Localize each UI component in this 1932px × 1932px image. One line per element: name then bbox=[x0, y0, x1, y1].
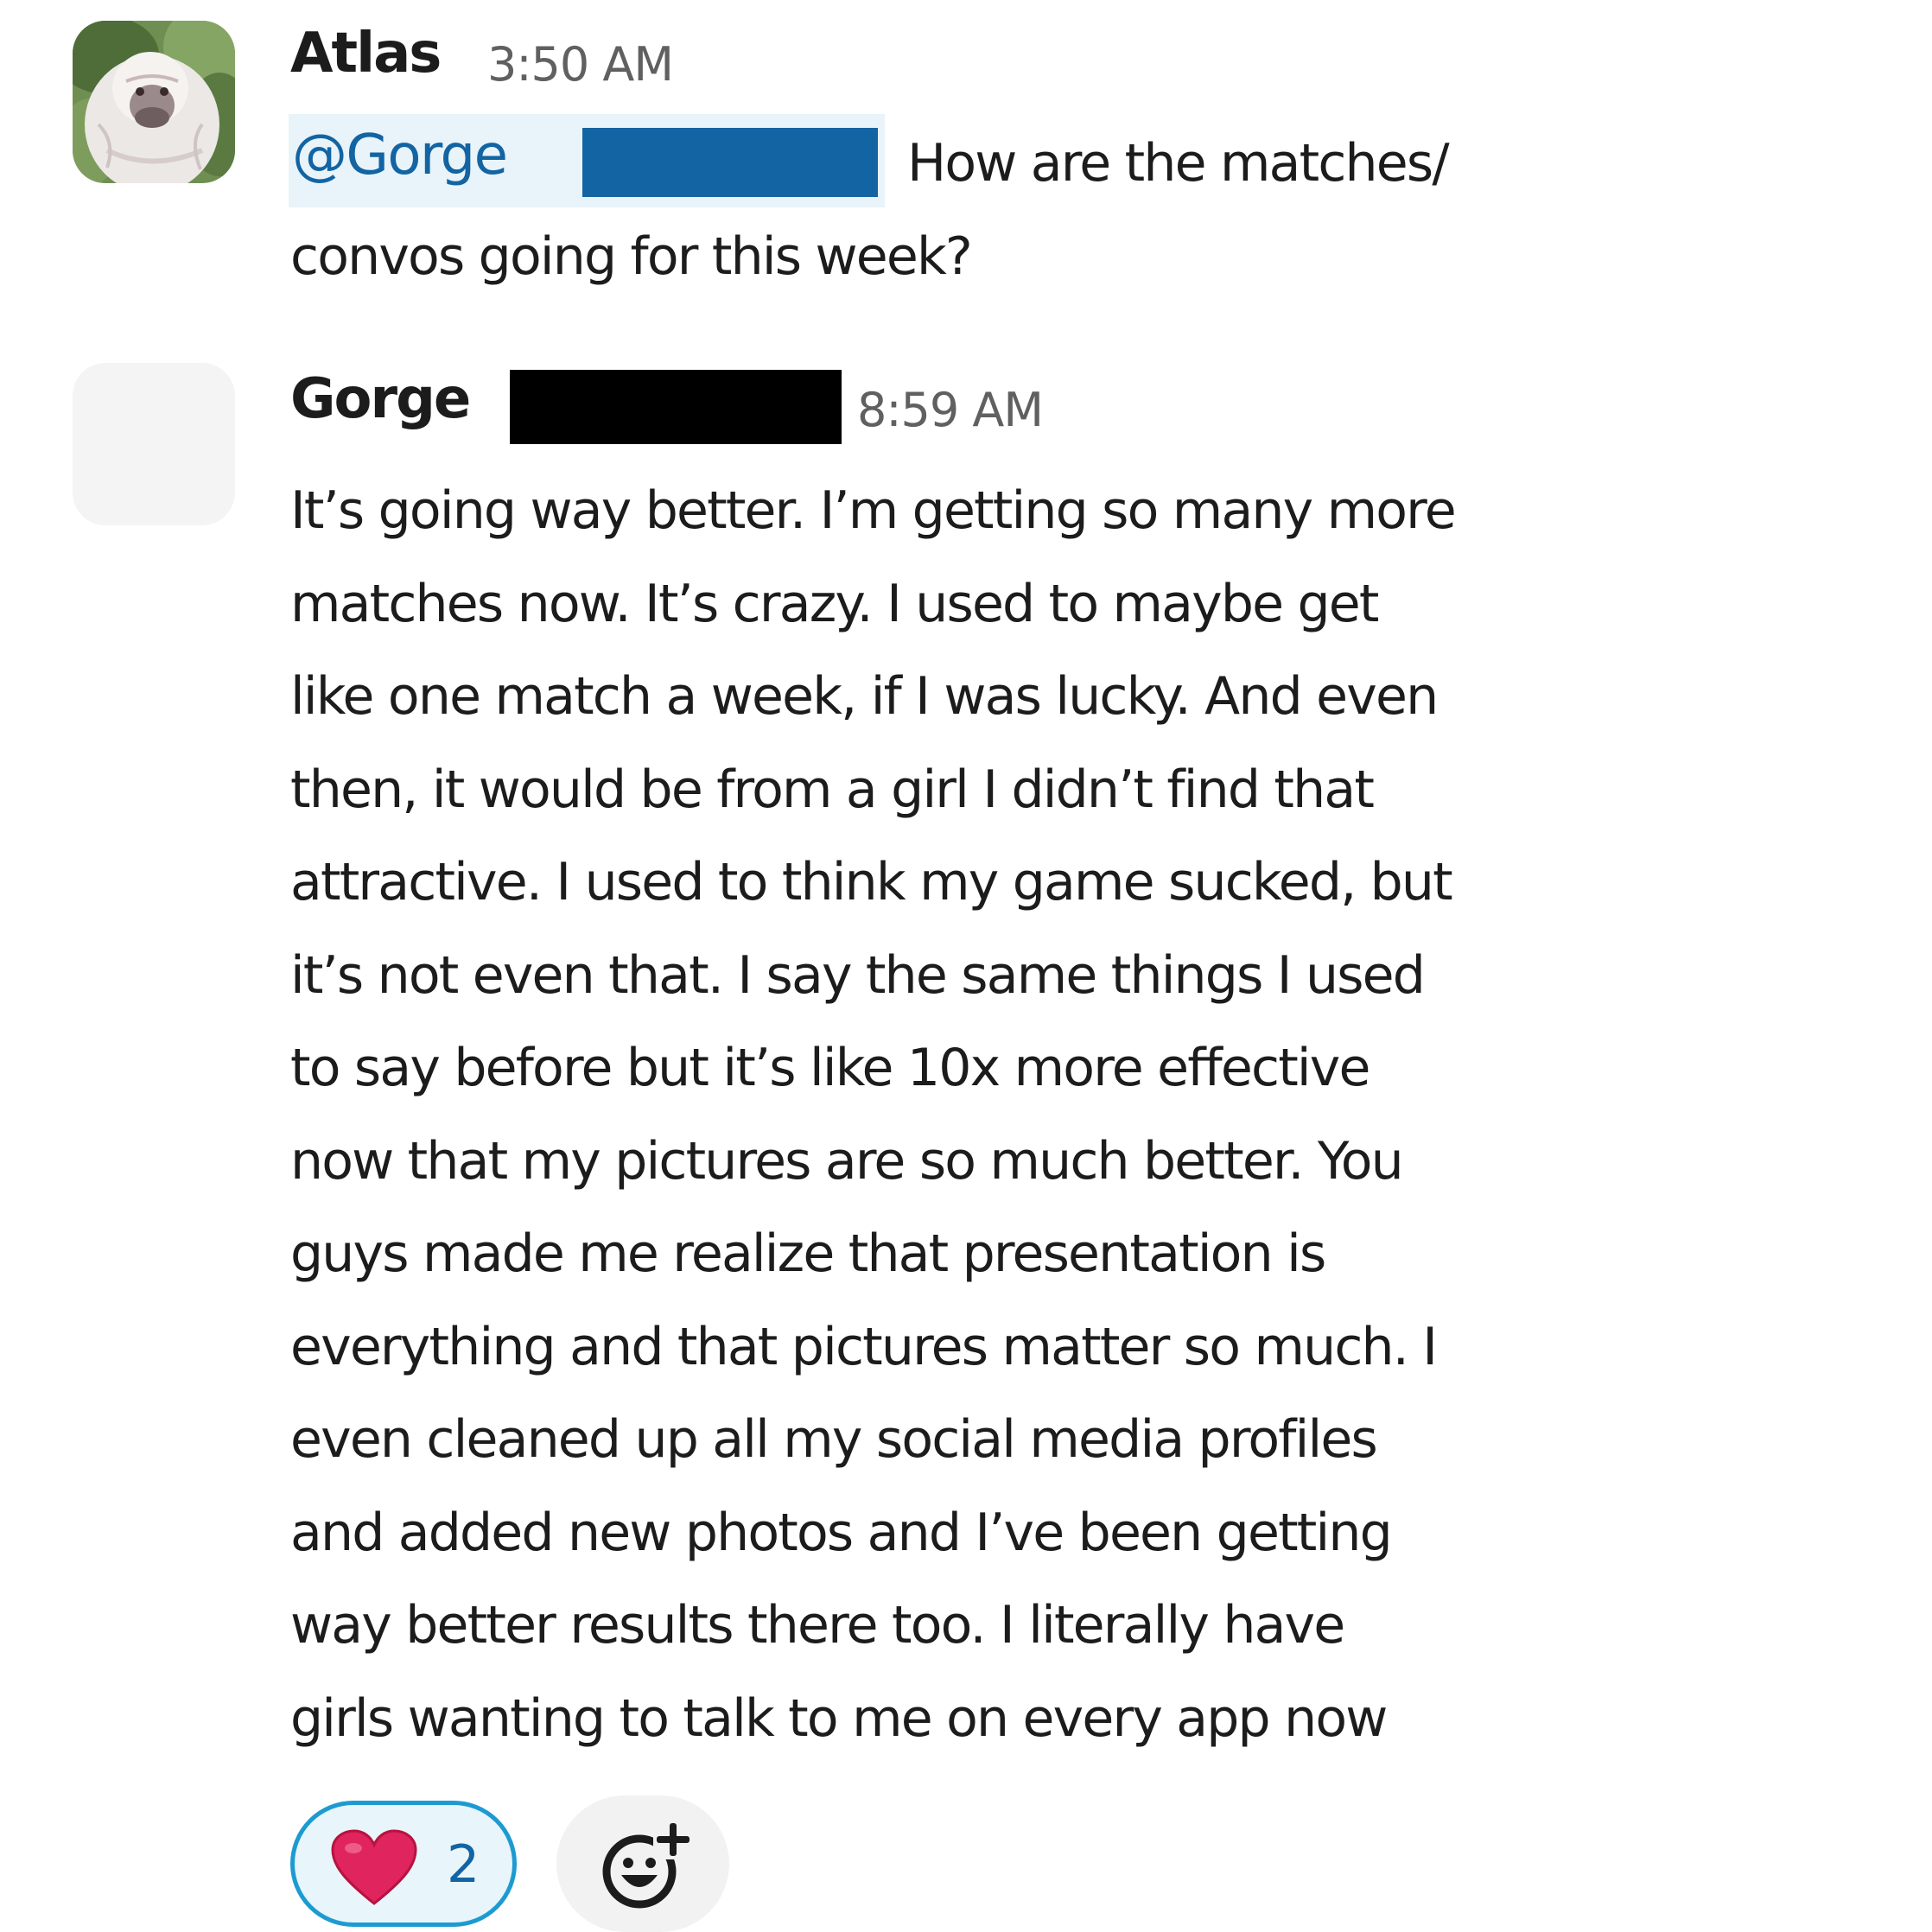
message-timestamp-gorge[interactable]: 8:59 AM bbox=[857, 387, 1044, 434]
add-reaction-icon bbox=[602, 1821, 693, 1909]
message-text-line: girls wanting to talk to me on every app… bbox=[290, 1688, 1388, 1749]
message-text-line: everything and that pictures matter so m… bbox=[290, 1317, 1438, 1377]
message-text-line: convos going for this week? bbox=[290, 226, 973, 287]
message-text-line: it’s not even that. I say the same thing… bbox=[290, 945, 1426, 1006]
message-text-line: like one match a week, if I was lucky. A… bbox=[290, 666, 1439, 727]
message-text-line: then, it would be from a girl I didn’t f… bbox=[290, 759, 1375, 820]
name-redaction-bar bbox=[510, 370, 842, 444]
heart-emoji-icon bbox=[331, 1829, 417, 1905]
message-text-line: How are the matches/ bbox=[907, 133, 1450, 194]
message-text-line: and added new photos and I’ve been getti… bbox=[290, 1503, 1393, 1563]
add-reaction-button[interactable] bbox=[556, 1795, 729, 1932]
author-name-gorge[interactable]: Gorge bbox=[290, 372, 471, 427]
message-text-line: attractive. I used to think my game suck… bbox=[290, 852, 1453, 912]
message-text-line: way better results there too. I literall… bbox=[290, 1595, 1345, 1656]
author-name-atlas[interactable]: Atlas bbox=[290, 26, 442, 81]
message-text-line: guys made me realize that presentation i… bbox=[290, 1223, 1326, 1284]
reaction-pill-heart[interactable]: 2 bbox=[290, 1801, 517, 1927]
message-text-line: It’s going way better. I’m getting so ma… bbox=[290, 480, 1457, 541]
message-text-line: matches now. It’s crazy. I used to maybe… bbox=[290, 574, 1379, 634]
message-text-line: even cleaned up all my social media prof… bbox=[290, 1409, 1378, 1470]
mention-redaction-bar bbox=[582, 128, 878, 197]
message-text-line: now that my pictures are so much better.… bbox=[290, 1131, 1404, 1192]
gorge-avatar-placeholder[interactable] bbox=[73, 363, 235, 525]
message-text-line: to say before but it’s like 10x more eff… bbox=[290, 1038, 1370, 1098]
message-timestamp-atlas[interactable]: 3:50 AM bbox=[487, 41, 674, 88]
atlas-avatar[interactable] bbox=[73, 21, 235, 183]
user-mention-label[interactable]: @Gorge bbox=[292, 123, 508, 189]
reaction-count: 2 bbox=[447, 1834, 480, 1895]
gorilla-avatar-image bbox=[73, 21, 235, 183]
